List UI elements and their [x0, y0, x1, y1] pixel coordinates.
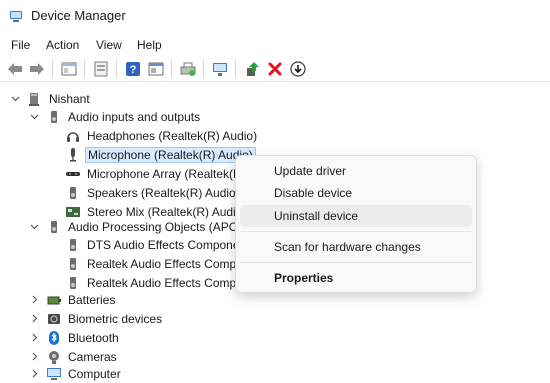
menu-action[interactable]: Action — [46, 38, 79, 52]
speaker-icon — [65, 185, 81, 201]
toolbar: ? — [0, 57, 550, 82]
monitor-icon[interactable] — [211, 60, 229, 78]
menu-item-scan-hardware[interactable]: Scan for hardware changes — [240, 236, 472, 258]
view-icon[interactable] — [147, 60, 165, 78]
menu-item-disable-device[interactable]: Disable device — [240, 182, 472, 204]
toolbar-separator — [116, 60, 117, 78]
chevron-right-icon[interactable] — [29, 364, 39, 383]
window-title: Device Manager — [31, 8, 126, 23]
menu-help[interactable]: Help — [137, 38, 162, 52]
menu-item-update-driver[interactable]: Update driver — [240, 160, 472, 182]
chevron-down-icon[interactable] — [29, 107, 39, 126]
category-audio-processing-objects[interactable]: Audio Processing Objects (APOs — [29, 217, 246, 236]
uninstall-x-icon[interactable] — [266, 60, 284, 78]
tree-root-label: Nishant — [49, 91, 90, 106]
device-label: Speakers (Realtek(R) Audio) — [87, 185, 240, 200]
chevron-down-icon[interactable] — [10, 89, 20, 108]
forward-arrow-icon[interactable] — [28, 60, 46, 78]
speaker-icon — [65, 275, 81, 291]
category-label: Cameras — [68, 349, 117, 364]
category-audio-inputs-outputs[interactable]: Audio inputs and outputs — [29, 107, 202, 126]
biometric-icon — [46, 311, 62, 327]
menu-item-uninstall-device[interactable]: Uninstall device — [240, 205, 472, 227]
device-microphone-array[interactable]: Microphone Array (Realtek(R — [48, 164, 244, 183]
toolbar-separator — [52, 60, 53, 78]
device-label: Realtek Audio Effects Compo — [87, 275, 243, 290]
category-label: Bluetooth — [68, 330, 119, 345]
camera-icon — [46, 349, 62, 365]
update-driver-icon[interactable] — [243, 60, 261, 78]
category-label: Computer — [68, 366, 121, 381]
category-label: Audio inputs and outputs — [68, 109, 201, 124]
device-manager-icon — [9, 9, 23, 23]
menu-view[interactable]: View — [96, 38, 122, 52]
properties-icon[interactable] — [60, 60, 78, 78]
speaker-icon — [65, 256, 81, 272]
chevron-right-icon[interactable] — [29, 290, 39, 309]
device-label: Realtek Audio Effects Compo — [87, 256, 243, 271]
device-label: Microphone (Realtek(R) Audio) — [85, 146, 256, 163]
chevron-down-icon[interactable] — [29, 217, 39, 236]
help-icon[interactable]: ? — [124, 60, 142, 78]
device-label: DTS Audio Effects Compone — [87, 237, 240, 252]
battery-icon — [46, 292, 62, 308]
device-headphones[interactable]: Headphones (Realtek(R) Audio) — [48, 126, 259, 145]
device-realtek-audio-effects-1[interactable]: Realtek Audio Effects Compo — [48, 254, 245, 273]
computer-icon — [27, 91, 43, 107]
category-bluetooth[interactable]: Bluetooth — [29, 328, 121, 347]
category-label: Audio Processing Objects (APOs — [68, 219, 245, 234]
speaker-icon — [46, 219, 62, 235]
svg-text:?: ? — [130, 64, 137, 76]
category-computer[interactable]: Computer — [29, 364, 123, 383]
back-arrow-icon[interactable] — [6, 60, 24, 78]
computer-icon — [46, 366, 62, 382]
speaker-icon — [65, 237, 81, 253]
device-label: Headphones (Realtek(R) Audio) — [87, 128, 258, 143]
menu-separator — [240, 262, 472, 263]
microphone-icon — [65, 147, 81, 163]
menu-separator — [240, 231, 472, 232]
chevron-right-icon[interactable] — [29, 309, 39, 328]
chevron-right-icon[interactable] — [29, 328, 39, 347]
speaker-icon — [46, 109, 62, 125]
context-menu: Update driver Disable device Uninstall d… — [235, 155, 477, 293]
toolbar-separator — [203, 60, 204, 78]
category-label: Batteries — [68, 292, 116, 307]
tree-root-nishant[interactable]: Nishant — [10, 89, 92, 108]
menu-item-properties[interactable]: Properties — [240, 267, 472, 289]
menu-file[interactable]: File — [11, 38, 30, 52]
download-icon[interactable] — [289, 60, 307, 78]
menu-bar: File Action View Help — [0, 34, 550, 56]
toolbar-separator — [235, 60, 236, 78]
toolbar-separator — [171, 60, 172, 78]
device-dts-audio-effects[interactable]: DTS Audio Effects Compone — [48, 235, 242, 254]
refresh-icon[interactable] — [92, 60, 110, 78]
category-batteries[interactable]: Batteries — [29, 290, 117, 309]
device-microphone-selected[interactable]: Microphone (Realtek(R) Audio) — [48, 145, 256, 164]
device-speakers[interactable]: Speakers (Realtek(R) Audio) — [48, 183, 242, 202]
bluetooth-icon — [46, 330, 62, 346]
category-biometric-devices[interactable]: Biometric devices — [29, 309, 164, 328]
print-icon[interactable] — [179, 60, 197, 78]
title-bar: Device Manager — [0, 0, 550, 33]
microphone-array-icon — [65, 166, 81, 182]
category-label: Biometric devices — [68, 311, 163, 326]
headphones-icon — [65, 128, 81, 144]
device-label: Microphone Array (Realtek(R — [87, 166, 242, 181]
toolbar-separator — [84, 60, 85, 78]
